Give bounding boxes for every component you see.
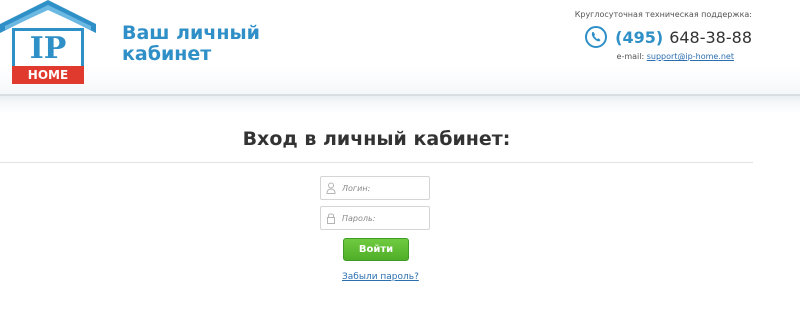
support-block: Круглосуточная техническая поддержка: (4… (552, 10, 752, 62)
logo-home-text: HOME (28, 68, 68, 82)
lock-icon (327, 213, 335, 224)
password-input[interactable] (342, 208, 426, 228)
login-field (320, 176, 430, 200)
user-icon (326, 182, 336, 194)
login-heading: Вход в личный кабинет: (242, 128, 511, 150)
logo-graphic: IP HOME (0, 0, 96, 84)
login-divider (0, 162, 753, 163)
logo-ip-text: IP (30, 31, 67, 66)
site-logo[interactable]: IP HOME (0, 0, 96, 86)
phone-number: 648-38-88 (669, 27, 752, 47)
forgot-password-link[interactable]: Забыли пароль? (342, 272, 422, 282)
email-row: e-mail: support@ip-home.net (552, 52, 734, 62)
header-divider (0, 94, 800, 96)
support-email-link[interactable]: support@ip-home.net (647, 52, 734, 61)
phone-icon (585, 26, 608, 48)
login-input[interactable] (342, 178, 426, 198)
cabinet-title: Ваш личный кабинет (122, 22, 260, 65)
support-label: Круглосуточная техническая поддержка: (574, 10, 752, 19)
header-shadow (0, 94, 800, 114)
phone-code: (495) (615, 27, 664, 47)
password-field (320, 206, 430, 230)
email-prefix: e-mail: (616, 52, 645, 61)
login-button[interactable]: Войти (343, 238, 409, 261)
phone-row: (495) 648-38-88 (552, 24, 752, 50)
login-page: IP HOME Ваш личный кабинет Круглосуточна… (0, 0, 800, 320)
